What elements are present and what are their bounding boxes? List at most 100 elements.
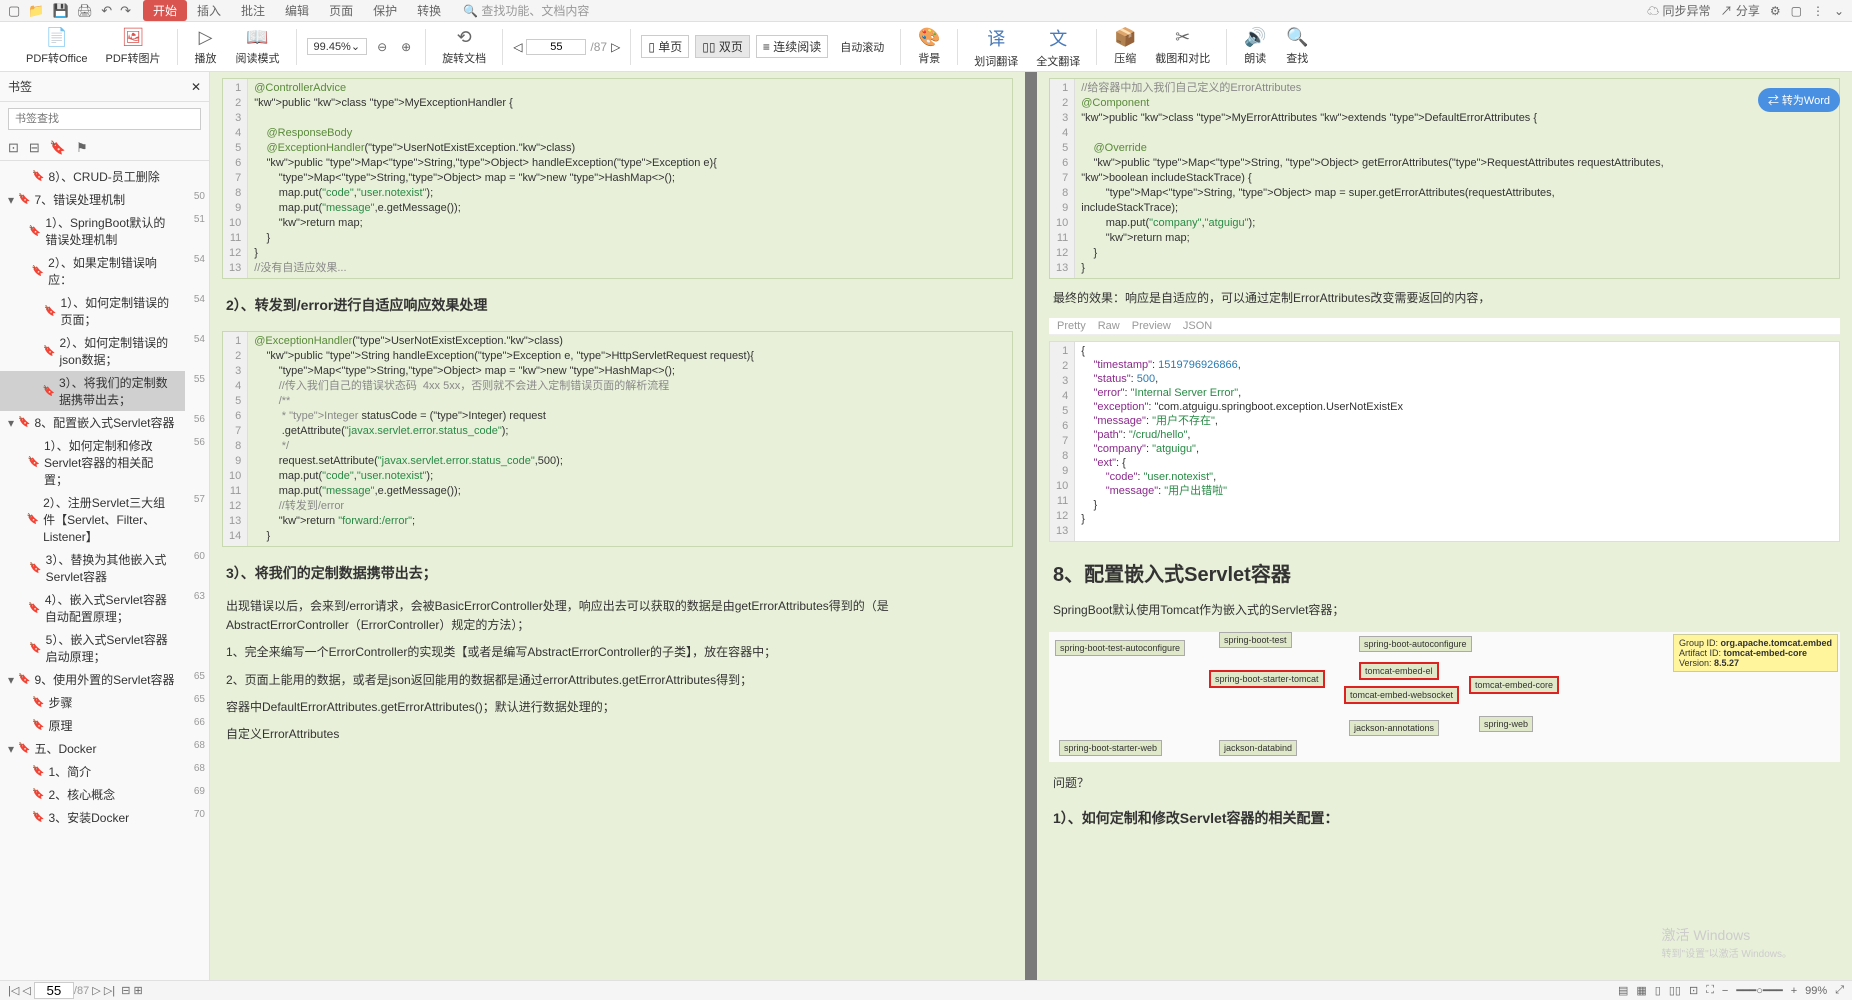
settings-icon[interactable]: ⚙ (1770, 4, 1781, 18)
bookmark-item[interactable]: 🔖原理 (0, 714, 185, 737)
close-sidebar-icon[interactable]: ✕ (191, 80, 201, 94)
bookmark-item[interactable]: 🔖1）、如何定制和修改Servlet容器的相关配置； (0, 434, 185, 491)
open-icon[interactable]: 📁 (28, 3, 44, 19)
json-tab-json[interactable]: JSON (1183, 320, 1212, 332)
dropdown-icon[interactable]: ⌄ (1834, 4, 1844, 18)
bookmark-page-num (185, 165, 209, 171)
expand-icon[interactable]: ⊡ (8, 140, 19, 156)
bookmark-item[interactable]: 🔖2）、如何定制错误的json数据； (0, 331, 185, 371)
status-zoom[interactable]: 99% (1805, 985, 1827, 997)
bookmark-item[interactable]: 🔖3）、将我们的定制数据携带出去； (0, 371, 185, 411)
bookmark-search-input[interactable] (8, 108, 201, 130)
tab-edit[interactable]: 编辑 (275, 0, 319, 21)
json-tab-preview[interactable]: Preview (1132, 320, 1171, 332)
dep-box: spring-boot-starter-web (1059, 740, 1162, 756)
sync-status[interactable]: ☁ 同步异常 (1647, 2, 1710, 19)
bookmark-item[interactable]: ▾🔖7、错误处理机制 (0, 188, 185, 211)
bookmark-page-num: 50 (185, 188, 209, 205)
tab-start[interactable]: 开始 (143, 0, 187, 21)
full-translate-button[interactable]: 文全文翻译 (1030, 23, 1086, 71)
save-icon[interactable]: 💾 (52, 3, 68, 19)
expand-icon[interactable]: ⤢ (1835, 984, 1844, 997)
bookmark-item[interactable]: 🔖步骤 (0, 691, 185, 714)
view-mode-icon[interactable]: ▯▯ (1669, 984, 1681, 997)
bookmark-item[interactable]: 🔖1、简介 (0, 760, 185, 783)
tab-protect[interactable]: 保护 (363, 0, 407, 21)
home-icon[interactable]: ▢ (8, 3, 20, 19)
json-tab-pretty[interactable]: Pretty (1057, 320, 1086, 332)
read-mode-button[interactable]: 📖阅读模式 (230, 25, 286, 68)
zoom-out-icon[interactable]: − (1722, 985, 1728, 997)
read-aloud-button[interactable]: 🔊朗读 (1237, 25, 1273, 68)
zoom-level[interactable]: 99.45% ⌄ (307, 38, 368, 55)
rotate-button[interactable]: ⟲旋转文档 (436, 25, 492, 68)
page-input[interactable] (526, 39, 586, 55)
view-mode-icon[interactable]: ▦ (1636, 984, 1646, 997)
status-icon[interactable]: ⊟ (121, 984, 130, 997)
bookmark-item[interactable]: 🔖1）、SpringBoot默认的错误处理机制 (0, 211, 185, 251)
document-viewport[interactable]: 12345678910111213 @ControllerAdvice"kw">… (210, 72, 1852, 980)
bookmark-item[interactable]: 🔖2、核心概念 (0, 783, 185, 806)
tab-convert[interactable]: 转换 (407, 0, 451, 21)
prev-page-icon[interactable]: ◁ (513, 40, 522, 54)
compress-button[interactable]: 📦压缩 (1107, 25, 1143, 68)
view-mode-icon[interactable]: ▯ (1655, 984, 1661, 997)
undo-icon[interactable]: ↶ (101, 3, 112, 19)
bookmark-flag-icon[interactable]: ⚑ (76, 140, 88, 156)
next-page-icon[interactable]: ▷ (92, 984, 100, 997)
bookmark-item[interactable]: 🔖2）、如果定制错误响应： (0, 251, 185, 291)
convert-to-word-button[interactable]: ⇄ 转为Word (1758, 88, 1840, 112)
pdf-to-office-button[interactable]: 📄PDF转Office (20, 25, 94, 68)
play-button[interactable]: ▷播放 (188, 25, 224, 68)
window-icon[interactable]: ▢ (1791, 4, 1802, 18)
next-page-icon[interactable]: ▷ (611, 40, 620, 54)
tab-insert[interactable]: 插入 (187, 0, 231, 21)
bookmark-item[interactable]: 🔖3、安装Docker (0, 806, 185, 829)
bookmark-page-num: 54 (185, 331, 209, 348)
view-mode-icon[interactable]: ⊡ (1689, 984, 1698, 997)
prev-page-icon[interactable]: ◁ (22, 984, 30, 997)
double-page-button[interactable]: ▯▯ 双页 (695, 35, 750, 58)
bookmark-item[interactable]: 🔖8）、CRUD-员工删除 (0, 165, 185, 188)
bookmark-item[interactable]: 🔖3）、替换为其他嵌入式Servlet容器 (0, 548, 185, 588)
paragraph: 出现错误以后，会来到/error请求，会被BasicErrorControlle… (210, 593, 1025, 639)
bookmark-add-icon[interactable]: 🔖 (50, 140, 66, 156)
bookmark-tree[interactable]: 🔖8）、CRUD-员工删除▾🔖7、错误处理机制50🔖1）、SpringBoot默… (0, 161, 209, 980)
code-block-1: 12345678910111213 @ControllerAdvice"kw">… (222, 78, 1013, 279)
tab-comment[interactable]: 批注 (231, 0, 275, 21)
bookmark-item[interactable]: 🔖5）、嵌入式Servlet容器启动原理； (0, 628, 185, 668)
first-page-icon[interactable]: |◁ (8, 984, 19, 997)
word-translate-button[interactable]: 译划词翻译 (968, 23, 1024, 71)
bookmark-item[interactable]: ▾🔖五、Docker (0, 737, 185, 760)
continuous-button[interactable]: ≡ 连续阅读 (756, 35, 828, 58)
bookmark-item[interactable]: ▾🔖9、使用外置的Servlet容器 (0, 668, 185, 691)
search-hint[interactable]: 🔍 查找功能、文档内容 (463, 2, 589, 19)
bookmark-item[interactable]: 🔖2）、注册Servlet三大组件【Servlet、Filter、Listene… (0, 491, 185, 548)
bookmark-page-num (185, 628, 209, 634)
zoom-in-icon[interactable]: + (1791, 985, 1797, 997)
json-tab-raw[interactable]: Raw (1098, 320, 1120, 332)
screenshot-button[interactable]: ✂截图和对比 (1149, 25, 1216, 68)
bookmark-item[interactable]: ▾🔖8、配置嵌入式Servlet容器 (0, 411, 185, 434)
status-page-input[interactable] (34, 982, 74, 999)
more-icon[interactable]: ⋮ (1812, 4, 1824, 18)
single-page-button[interactable]: ▯ 单页 (641, 35, 689, 58)
fullscreen-icon[interactable]: ⛶ (1706, 984, 1714, 997)
pdf-to-image-button[interactable]: 🖼PDF转图片 (100, 25, 167, 68)
tab-page[interactable]: 页面 (319, 0, 363, 21)
share-button[interactable]: ↗ 分享 (1720, 2, 1759, 19)
collapse-icon[interactable]: ⊟ (29, 140, 40, 156)
bookmark-item[interactable]: 🔖1）、如何定制错误的页面； (0, 291, 185, 331)
find-button[interactable]: 🔍查找 (1279, 25, 1315, 68)
zoom-in-icon[interactable]: ⊕ (397, 40, 415, 54)
bookmark-item[interactable]: 🔖4）、嵌入式Servlet容器自动配置原理； (0, 588, 185, 628)
auto-scroll-button[interactable]: 自动滚动 (834, 37, 890, 57)
status-icon[interactable]: ⊞ (134, 984, 143, 997)
view-mode-icon[interactable]: ▤ (1618, 984, 1628, 997)
last-page-icon[interactable]: ▷| (104, 984, 115, 997)
dep-box: jackson-databind (1219, 740, 1297, 756)
background-button[interactable]: 🎨背景 (911, 25, 947, 68)
print-icon[interactable]: 🖨 (77, 3, 94, 19)
zoom-out-icon[interactable]: ⊖ (373, 40, 391, 54)
redo-icon[interactable]: ↷ (120, 3, 131, 19)
